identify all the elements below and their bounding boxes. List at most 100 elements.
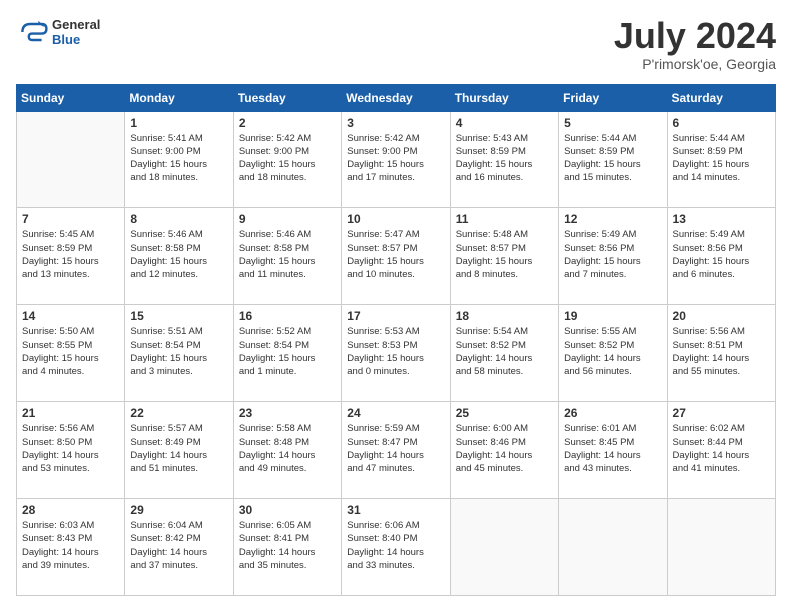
day-info: Sunrise: 5:51 AM Sunset: 8:54 PM Dayligh… <box>130 325 227 378</box>
day-number: 30 <box>239 503 336 517</box>
week-row-1: 7Sunrise: 5:45 AM Sunset: 8:59 PM Daylig… <box>17 208 776 305</box>
location: P'rimorsk'oe, Georgia <box>614 56 776 72</box>
calendar-cell: 10 Sunrise: 5:47 AM Sunset: 8:57 PM Dayli… <box>342 208 450 305</box>
day-info: Sunrise: 5:53 AM Sunset: 8:53 PM Dayligh… <box>347 325 444 378</box>
month-title: July 2024 <box>614 16 776 56</box>
calendar-cell <box>450 499 558 596</box>
day-info: Sunrise: 6:06 AM Sunset: 8:40 PM Dayligh… <box>347 519 444 572</box>
day-number: 16 <box>239 309 336 323</box>
day-info: Sunrise: 5:52 AM Sunset: 8:54 PM Dayligh… <box>239 325 336 378</box>
day-info: Sunrise: 5:44 AM Sunset: 8:59 PM Dayligh… <box>564 132 661 185</box>
day-number: 2 <box>239 116 336 130</box>
day-number: 6 <box>673 116 770 130</box>
day-number: 10 <box>347 212 444 226</box>
day-number: 8 <box>130 212 227 226</box>
day-info: Sunrise: 5:55 AM Sunset: 8:52 PM Dayligh… <box>564 325 661 378</box>
calendar-cell: 2Sunrise: 5:42 AM Sunset: 9:00 PM Daylig… <box>233 111 341 208</box>
col-thursday: Thursday <box>450 84 558 111</box>
day-info: Sunrise: 5:45 AM Sunset: 8:59 PM Dayligh… <box>22 228 119 281</box>
col-friday: Friday <box>559 84 667 111</box>
day-info: Sunrise: 5:59 AM Sunset: 8:47 PM Dayligh… <box>347 422 444 475</box>
calendar-cell: 16 Sunrise: 5:52 AM Sunset: 8:54 PM Dayli… <box>233 305 341 402</box>
day-info: Sunrise: 6:00 AM Sunset: 8:46 PM Dayligh… <box>456 422 553 475</box>
day-number: 5 <box>564 116 661 130</box>
day-info: Sunrise: 5:54 AM Sunset: 8:52 PM Dayligh… <box>456 325 553 378</box>
day-number: 13 <box>673 212 770 226</box>
calendar-cell: 27 Sunrise: 6:02 AM Sunset: 8:44 PM Dayli… <box>667 402 775 499</box>
day-info: Sunrise: 5:46 AM Sunset: 8:58 PM Dayligh… <box>130 228 227 281</box>
day-number: 11 <box>456 212 553 226</box>
day-number: 20 <box>673 309 770 323</box>
calendar-cell: 11 Sunrise: 5:48 AM Sunset: 8:57 PM Dayli… <box>450 208 558 305</box>
calendar-cell: 8 Sunrise: 5:46 AM Sunset: 8:58 PM Daylig… <box>125 208 233 305</box>
day-info: Sunrise: 5:47 AM Sunset: 8:57 PM Dayligh… <box>347 228 444 281</box>
calendar-cell: 17 Sunrise: 5:53 AM Sunset: 8:53 PM Dayli… <box>342 305 450 402</box>
day-info: Sunrise: 6:01 AM Sunset: 8:45 PM Dayligh… <box>564 422 661 475</box>
day-number: 17 <box>347 309 444 323</box>
header: General Blue July 2024 P'rimorsk'oe, Geo… <box>16 16 776 72</box>
day-number: 25 <box>456 406 553 420</box>
day-info: Sunrise: 6:04 AM Sunset: 8:42 PM Dayligh… <box>130 519 227 572</box>
week-row-0: 1Sunrise: 5:41 AM Sunset: 9:00 PM Daylig… <box>17 111 776 208</box>
calendar-cell <box>559 499 667 596</box>
day-info: Sunrise: 5:49 AM Sunset: 8:56 PM Dayligh… <box>564 228 661 281</box>
day-number: 18 <box>456 309 553 323</box>
calendar-cell: 25 Sunrise: 6:00 AM Sunset: 8:46 PM Dayli… <box>450 402 558 499</box>
day-number: 23 <box>239 406 336 420</box>
col-wednesday: Wednesday <box>342 84 450 111</box>
day-number: 14 <box>22 309 119 323</box>
logo-icon <box>16 16 48 48</box>
day-number: 12 <box>564 212 661 226</box>
col-sunday: Sunday <box>17 84 125 111</box>
day-number: 31 <box>347 503 444 517</box>
calendar: Sunday Monday Tuesday Wednesday Thursday… <box>16 84 776 596</box>
page: General Blue July 2024 P'rimorsk'oe, Geo… <box>0 0 792 612</box>
calendar-cell <box>667 499 775 596</box>
day-info: Sunrise: 6:03 AM Sunset: 8:43 PM Dayligh… <box>22 519 119 572</box>
day-info: Sunrise: 5:42 AM Sunset: 9:00 PM Dayligh… <box>347 132 444 185</box>
day-info: Sunrise: 5:57 AM Sunset: 8:49 PM Dayligh… <box>130 422 227 475</box>
day-info: Sunrise: 5:48 AM Sunset: 8:57 PM Dayligh… <box>456 228 553 281</box>
week-row-4: 28 Sunrise: 6:03 AM Sunset: 8:43 PM Dayli… <box>17 499 776 596</box>
logo-general: General <box>52 17 100 32</box>
calendar-cell: 28 Sunrise: 6:03 AM Sunset: 8:43 PM Dayli… <box>17 499 125 596</box>
calendar-cell: 20 Sunrise: 5:56 AM Sunset: 8:51 PM Dayli… <box>667 305 775 402</box>
day-number: 27 <box>673 406 770 420</box>
day-info: Sunrise: 5:44 AM Sunset: 8:59 PM Dayligh… <box>673 132 770 185</box>
day-number: 19 <box>564 309 661 323</box>
calendar-cell: 31 Sunrise: 6:06 AM Sunset: 8:40 PM Dayli… <box>342 499 450 596</box>
logo-text: General Blue <box>52 17 100 47</box>
col-saturday: Saturday <box>667 84 775 111</box>
calendar-cell: 26 Sunrise: 6:01 AM Sunset: 8:45 PM Dayli… <box>559 402 667 499</box>
day-number: 24 <box>347 406 444 420</box>
day-number: 4 <box>456 116 553 130</box>
calendar-cell: 4 Sunrise: 5:43 AM Sunset: 8:59 PM Daylig… <box>450 111 558 208</box>
calendar-cell: 22 Sunrise: 5:57 AM Sunset: 8:49 PM Dayli… <box>125 402 233 499</box>
day-number: 3 <box>347 116 444 130</box>
calendar-cell: 15Sunrise: 5:51 AM Sunset: 8:54 PM Dayli… <box>125 305 233 402</box>
day-number: 21 <box>22 406 119 420</box>
day-number: 22 <box>130 406 227 420</box>
calendar-cell: 19 Sunrise: 5:55 AM Sunset: 8:52 PM Dayli… <box>559 305 667 402</box>
calendar-cell: 13Sunrise: 5:49 AM Sunset: 8:56 PM Dayli… <box>667 208 775 305</box>
day-info: Sunrise: 5:56 AM Sunset: 8:51 PM Dayligh… <box>673 325 770 378</box>
logo: General Blue <box>16 16 100 48</box>
calendar-cell: 7Sunrise: 5:45 AM Sunset: 8:59 PM Daylig… <box>17 208 125 305</box>
day-info: Sunrise: 6:05 AM Sunset: 8:41 PM Dayligh… <box>239 519 336 572</box>
day-number: 28 <box>22 503 119 517</box>
day-info: Sunrise: 5:46 AM Sunset: 8:58 PM Dayligh… <box>239 228 336 281</box>
day-info: Sunrise: 5:58 AM Sunset: 8:48 PM Dayligh… <box>239 422 336 475</box>
day-info: Sunrise: 5:43 AM Sunset: 8:59 PM Dayligh… <box>456 132 553 185</box>
calendar-cell: 24 Sunrise: 5:59 AM Sunset: 8:47 PM Dayli… <box>342 402 450 499</box>
calendar-cell: 5 Sunrise: 5:44 AM Sunset: 8:59 PM Daylig… <box>559 111 667 208</box>
calendar-cell: 18 Sunrise: 5:54 AM Sunset: 8:52 PM Dayli… <box>450 305 558 402</box>
calendar-cell: 3 Sunrise: 5:42 AM Sunset: 9:00 PM Daylig… <box>342 111 450 208</box>
day-info: Sunrise: 5:56 AM Sunset: 8:50 PM Dayligh… <box>22 422 119 475</box>
day-info: Sunrise: 5:50 AM Sunset: 8:55 PM Dayligh… <box>22 325 119 378</box>
calendar-body: 1Sunrise: 5:41 AM Sunset: 9:00 PM Daylig… <box>17 111 776 595</box>
day-number: 26 <box>564 406 661 420</box>
calendar-cell: 12 Sunrise: 5:49 AM Sunset: 8:56 PM Dayli… <box>559 208 667 305</box>
calendar-cell: 21 Sunrise: 5:56 AM Sunset: 8:50 PM Dayli… <box>17 402 125 499</box>
day-info: Sunrise: 6:02 AM Sunset: 8:44 PM Dayligh… <box>673 422 770 475</box>
calendar-cell: 9Sunrise: 5:46 AM Sunset: 8:58 PM Daylig… <box>233 208 341 305</box>
